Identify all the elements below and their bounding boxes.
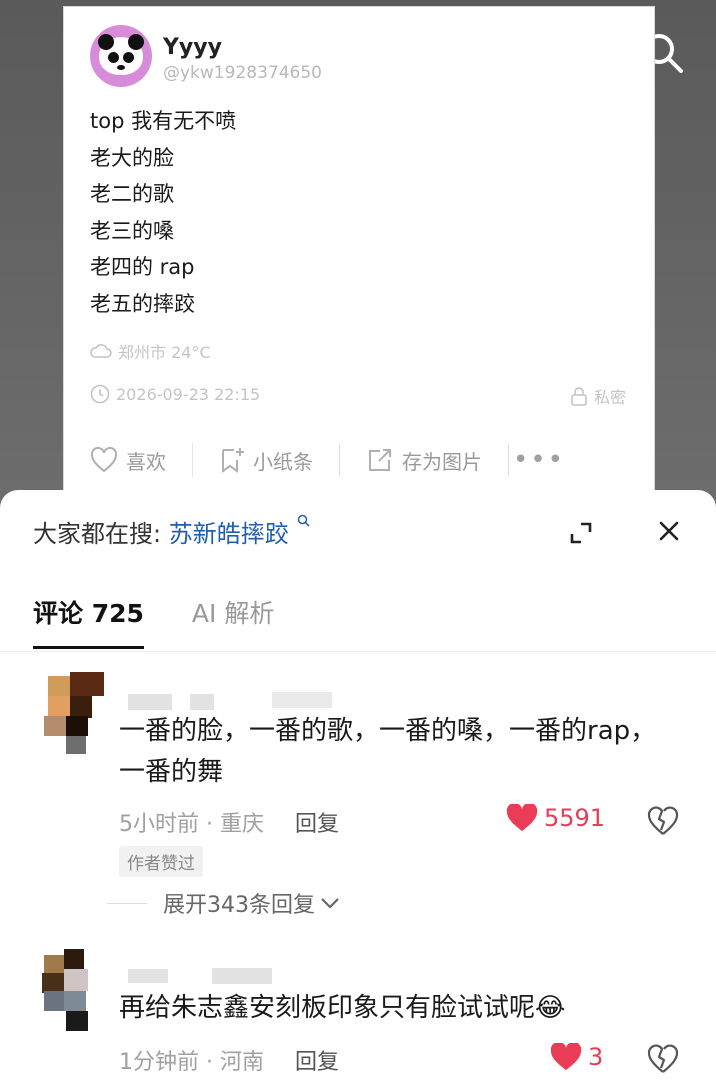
location-text: 郑州市 24°C [118, 343, 211, 362]
chevron-down-icon [321, 898, 339, 909]
comment-text: 一番的脸，一番的歌，一番的嗓，一番的rap，一番的舞 [119, 716, 657, 787]
search-keyword[interactable]: 苏新皓摔跤 [169, 520, 289, 548]
username-blurred[interactable] [128, 969, 168, 983]
like-label: 喜欢 [126, 449, 166, 474]
bookmark-plus-icon [222, 448, 244, 473]
username-blurred [212, 968, 272, 984]
comment-location: 重庆 [220, 812, 265, 837]
note-label: 小纸条 [253, 449, 313, 474]
heart-filled-icon [550, 1043, 582, 1070]
divider [508, 443, 509, 477]
expand-icon[interactable] [567, 519, 595, 547]
divider [0, 651, 716, 652]
username-blurred [272, 692, 332, 708]
comment-location: 河南 [220, 1050, 265, 1075]
divider [107, 902, 147, 904]
lock-icon [571, 387, 587, 406]
heart-outline-icon [90, 447, 118, 473]
clock-icon [90, 384, 110, 404]
post-line: top 我有无不喷 [90, 109, 237, 133]
reply-button[interactable]: 回复 [295, 1050, 339, 1075]
more-options-icon[interactable]: ••• [513, 445, 565, 475]
cloud-icon [90, 344, 112, 358]
timestamp: 2026-09-23 22:15 [116, 384, 261, 404]
comment-time: 5小时前 [119, 812, 199, 837]
comment-meta: 5小时前 · 重庆 回复 [119, 812, 340, 837]
comment-text: 再给朱志鑫安刻板印象只有脸试试呢😂 [119, 993, 566, 1023]
avatar[interactable] [90, 25, 152, 87]
post-line: 老二的歌 [90, 182, 174, 206]
username-blurred[interactable] [128, 694, 172, 710]
save-image-label: 存为图片 [402, 449, 482, 474]
comment-time: 1分钟前 [119, 1050, 199, 1075]
username[interactable]: Yyyy [163, 35, 222, 60]
post-location: 郑州市 24°C [90, 339, 211, 363]
expand-replies-button[interactable]: 展开343条回复 [107, 887, 341, 919]
tab-comments[interactable]: 评论 725 [33, 594, 144, 649]
broken-heart-icon[interactable] [647, 806, 679, 836]
comment-meta: 1分钟前 · 河南 回复 [119, 1050, 340, 1075]
post-card: Yyyy @ykw1928374650 top 我有无不喷 老大的脸 老二的歌 … [63, 6, 655, 506]
user-handle: @ykw1928374650 [163, 63, 322, 83]
tab-bar: 评论 725 AI 解析 [33, 594, 274, 649]
post-action-bar: 喜欢 小纸条 存为图片 ••• [64, 435, 656, 485]
reply-button[interactable]: 回复 [295, 812, 339, 837]
comment-like-button[interactable]: 3 [550, 1043, 603, 1071]
post-line: 老三的嗓 [90, 218, 174, 243]
trending-search[interactable]: 大家都在搜: 苏新皓摔跤 [33, 514, 311, 549]
post-line: 老五的摔跤 [90, 291, 195, 316]
author-liked-badge: 作者赞过 [119, 846, 203, 877]
privacy-label: 私密 [593, 388, 626, 407]
post-time: 2026-09-23 22:15 [90, 384, 260, 404]
search-prefix: 大家都在搜: [33, 520, 162, 548]
avatar[interactable] [36, 949, 102, 1031]
heart-filled-icon [506, 804, 538, 831]
expand-replies-label: 展开343条回复 [163, 893, 315, 918]
post-line: 老大的脸 [90, 145, 174, 170]
comments-sheet: 大家都在搜: 苏新皓摔跤 评论 725 AI 解析 一番的脸，一番的歌，一番的嗓… [0, 490, 716, 1080]
search-small-icon [298, 514, 310, 527]
share-export-icon [369, 449, 391, 471]
username-blurred [190, 694, 214, 710]
note-button[interactable]: 小纸条 [193, 442, 339, 478]
tab-ai-analysis[interactable]: AI 解析 [192, 594, 274, 649]
like-count: 5591 [544, 804, 606, 832]
like-count: 3 [588, 1043, 604, 1071]
close-icon[interactable] [655, 517, 683, 545]
broken-heart-icon[interactable] [647, 1044, 679, 1074]
comment-like-button[interactable]: 5591 [506, 804, 605, 832]
privacy-status[interactable]: 私密 [570, 384, 626, 408]
post-content: top 我有无不喷 老大的脸 老二的歌 老三的嗓 老四的 rap 老五的摔跤 [90, 103, 236, 322]
like-button[interactable]: 喜欢 [64, 442, 192, 478]
avatar[interactable] [40, 670, 106, 754]
save-image-button[interactable]: 存为图片 [340, 442, 508, 478]
post-line: 老四的 rap [90, 255, 195, 279]
